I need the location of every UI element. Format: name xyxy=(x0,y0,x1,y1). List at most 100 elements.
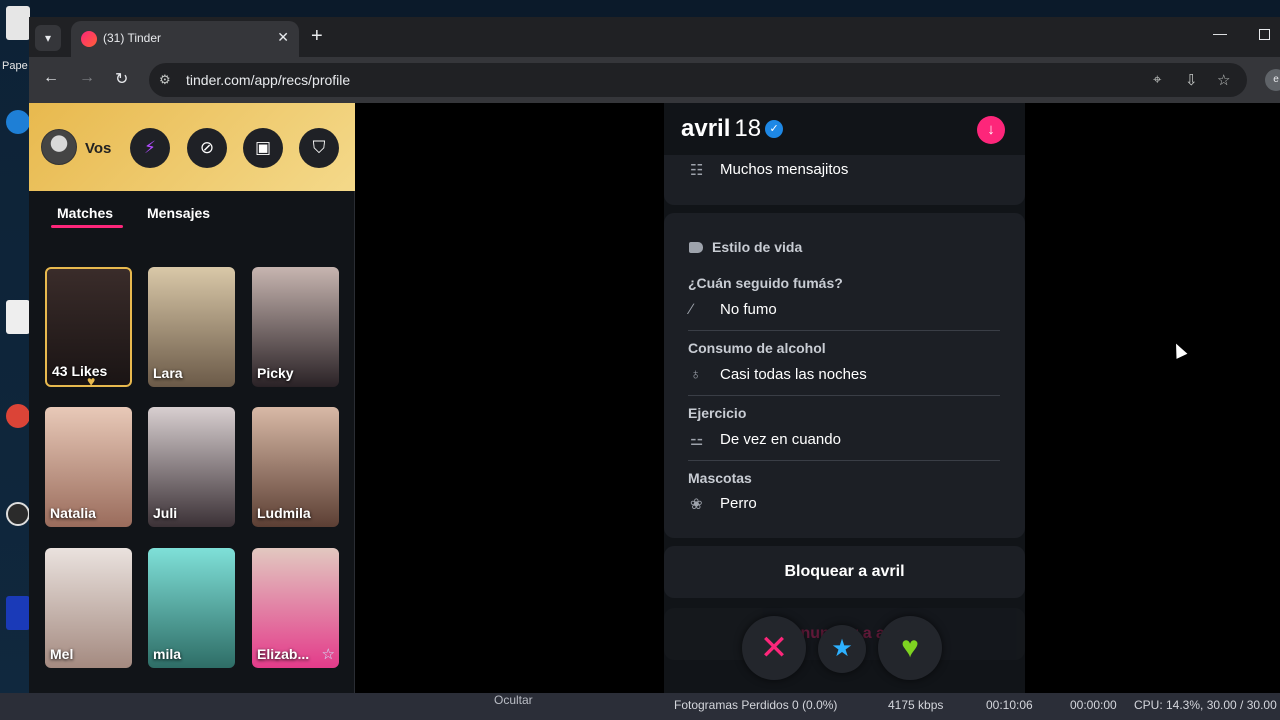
obs-icon[interactable] xyxy=(6,502,30,526)
close-tab-icon[interactable]: ✕ xyxy=(277,29,289,46)
block-button[interactable]: Bloquear a avril xyxy=(664,546,1025,598)
match-name: Mel xyxy=(50,646,74,662)
communication-value: Muchos mensajitos xyxy=(720,161,849,178)
match-name: Juli xyxy=(153,505,178,521)
browser-window: ▾ (31) Tinder ✕ + — ← → ↻ ⚙ tinder.com/a… xyxy=(29,17,1280,703)
match-card[interactable]: Lara xyxy=(148,267,235,387)
match-card[interactable]: Natalia xyxy=(45,407,132,527)
tinder-page: Vos ⚡ ⊘ ▣ ⛉ Matches Mensajes 43 Likes ♥ La… xyxy=(29,103,1280,703)
sidebar-tabs: Matches Mensajes xyxy=(29,191,355,243)
divider xyxy=(688,395,1000,396)
recording-time-text: 00:10:06 xyxy=(986,698,1033,712)
cpu-text: CPU: 14.3%, 30.00 / 30.00 FPS xyxy=(1134,698,1280,712)
tab-matches[interactable]: Matches xyxy=(57,205,113,221)
obs-hide-button[interactable]: Ocultar xyxy=(494,693,533,707)
match-name: Picky xyxy=(257,365,294,381)
alcohol-answer: Casi todas las noches xyxy=(720,366,867,383)
profile-age: 18 xyxy=(734,115,762,142)
file-icon[interactable] xyxy=(6,300,30,334)
divider xyxy=(688,330,1000,331)
app-icon[interactable] xyxy=(6,596,30,630)
divider xyxy=(688,460,1000,461)
match-name: mila xyxy=(153,646,182,662)
match-card[interactable]: Elizab... ☆ xyxy=(252,548,339,668)
match-card[interactable]: Mel xyxy=(45,548,132,668)
user-avatar[interactable] xyxy=(41,129,77,165)
match-card[interactable]: Juli xyxy=(148,407,235,527)
desktop-strip: Pape xyxy=(0,0,30,720)
match-card[interactable]: mila xyxy=(148,548,235,668)
tinder-favicon-icon xyxy=(81,31,97,47)
url-text[interactable]: tinder.com/app/recs/profile xyxy=(186,72,350,88)
browser-toolbar: ← → ↻ ⚙ tinder.com/app/recs/profile ⌖ ⇩ … xyxy=(29,57,1280,103)
site-info-icon[interactable]: ⚙ xyxy=(159,72,171,88)
paw-icon: ❀ xyxy=(690,496,703,513)
match-name: Lara xyxy=(153,365,183,381)
alcohol-question: Consumo de alcohol xyxy=(688,340,826,356)
user-name[interactable]: Vos xyxy=(85,140,111,157)
main-area: ☷ Muchos mensajitos avril 18 ✓ ↓ Estilo de… xyxy=(355,103,1280,703)
smoke-question: ¿Cuán seguido fumás? xyxy=(688,275,843,291)
safety-button[interactable]: ⛉ xyxy=(299,128,339,168)
match-card[interactable]: Picky xyxy=(252,267,339,387)
boost-button[interactable]: ⚡ xyxy=(130,128,170,168)
pets-question: Mascotas xyxy=(688,470,752,486)
profile-header: avril 18 ✓ ↓ xyxy=(664,103,1025,155)
chat-icon: ☷ xyxy=(690,162,704,179)
profile-first-name: avril xyxy=(681,115,731,142)
address-bar[interactable]: ⚙ tinder.com/app/recs/profile ⌖ ⇩ ☆ xyxy=(149,63,1247,97)
close-profile-button[interactable]: ↓ xyxy=(977,116,1005,144)
back-button[interactable]: ← xyxy=(43,69,59,87)
reload-button[interactable]: ↻ xyxy=(115,69,128,89)
likes-card[interactable]: 43 Likes ♥ xyxy=(45,267,132,387)
tab-title: (31) Tinder xyxy=(103,31,162,45)
work-mode-button[interactable]: ▣ xyxy=(243,128,283,168)
smoke-answer: No fumo xyxy=(720,301,777,318)
tab-mensajes[interactable]: Mensajes xyxy=(147,205,210,221)
profile-avatar[interactable]: e xyxy=(1265,69,1280,91)
match-name: 43 Likes xyxy=(52,363,108,379)
location-icon[interactable]: ⌖ xyxy=(1153,71,1161,88)
stream-time-text: 00:00:00 xyxy=(1070,698,1117,712)
active-tab-indicator xyxy=(51,225,123,228)
recycle-bin-icon[interactable] xyxy=(6,6,30,40)
new-tab-button[interactable]: + xyxy=(311,25,323,47)
obs-status-bar: Ocultar Fotogramas Perdidos 0 (0.0%) 417… xyxy=(0,693,1280,720)
exercise-answer: De vez en cuando xyxy=(720,431,841,448)
match-card[interactable]: Ludmila xyxy=(252,407,339,527)
gold-heart-icon: ♥ xyxy=(87,373,96,387)
super-like-star-icon: ☆ xyxy=(321,646,335,663)
tab-search-button[interactable]: ▾ xyxy=(35,25,61,51)
nope-button[interactable]: ✕ xyxy=(742,616,806,680)
mouse-cursor-icon xyxy=(1170,341,1188,359)
minimize-button[interactable]: — xyxy=(1213,25,1227,41)
sidebar: Vos ⚡ ⊘ ▣ ⛉ Matches Mensajes 43 Likes ♥ La… xyxy=(29,103,355,703)
bookmark-star-icon[interactable]: ☆ xyxy=(1217,71,1230,89)
verified-badge-icon: ✓ xyxy=(765,120,784,138)
match-name: Elizab... xyxy=(257,646,310,662)
install-app-icon[interactable]: ⇩ xyxy=(1185,71,1198,89)
match-name: Ludmila xyxy=(257,505,311,521)
like-button[interactable]: ♥ xyxy=(878,616,942,680)
bitrate-text: 4175 kbps xyxy=(888,698,944,712)
super-like-button[interactable]: ★ xyxy=(818,625,866,673)
frames-lost-text: Fotogramas Perdidos 0 (0.0%) xyxy=(674,698,838,712)
wine-glass-icon: ♁ xyxy=(690,366,702,383)
explore-button[interactable]: ⊘ xyxy=(187,128,227,168)
lifestyle-title: Estilo de vida xyxy=(712,239,803,255)
sidebar-header: Vos ⚡ ⊘ ▣ ⛉ xyxy=(29,103,355,191)
tab-tinder[interactable]: (31) Tinder ✕ xyxy=(71,21,299,57)
cigarette-icon: ∕ xyxy=(690,301,693,318)
desktop-icon-label: Pape xyxy=(2,60,28,72)
chrome-icon[interactable] xyxy=(6,404,30,428)
edge-icon[interactable] xyxy=(6,110,30,134)
pets-answer: Perro xyxy=(720,495,757,512)
match-name: Natalia xyxy=(50,505,96,521)
maximize-button[interactable] xyxy=(1259,29,1270,40)
lifestyle-section: Estilo de vida ¿Cuán seguido fumás? ∕ No… xyxy=(664,213,1025,538)
profile-panel: ☷ Muchos mensajitos avril 18 ✓ ↓ Estilo de… xyxy=(664,103,1025,703)
forward-button[interactable]: → xyxy=(79,69,95,87)
exercise-question: Ejercicio xyxy=(688,405,747,421)
dumbbell-icon: ⚍ xyxy=(690,432,704,449)
tag-icon xyxy=(689,242,703,253)
